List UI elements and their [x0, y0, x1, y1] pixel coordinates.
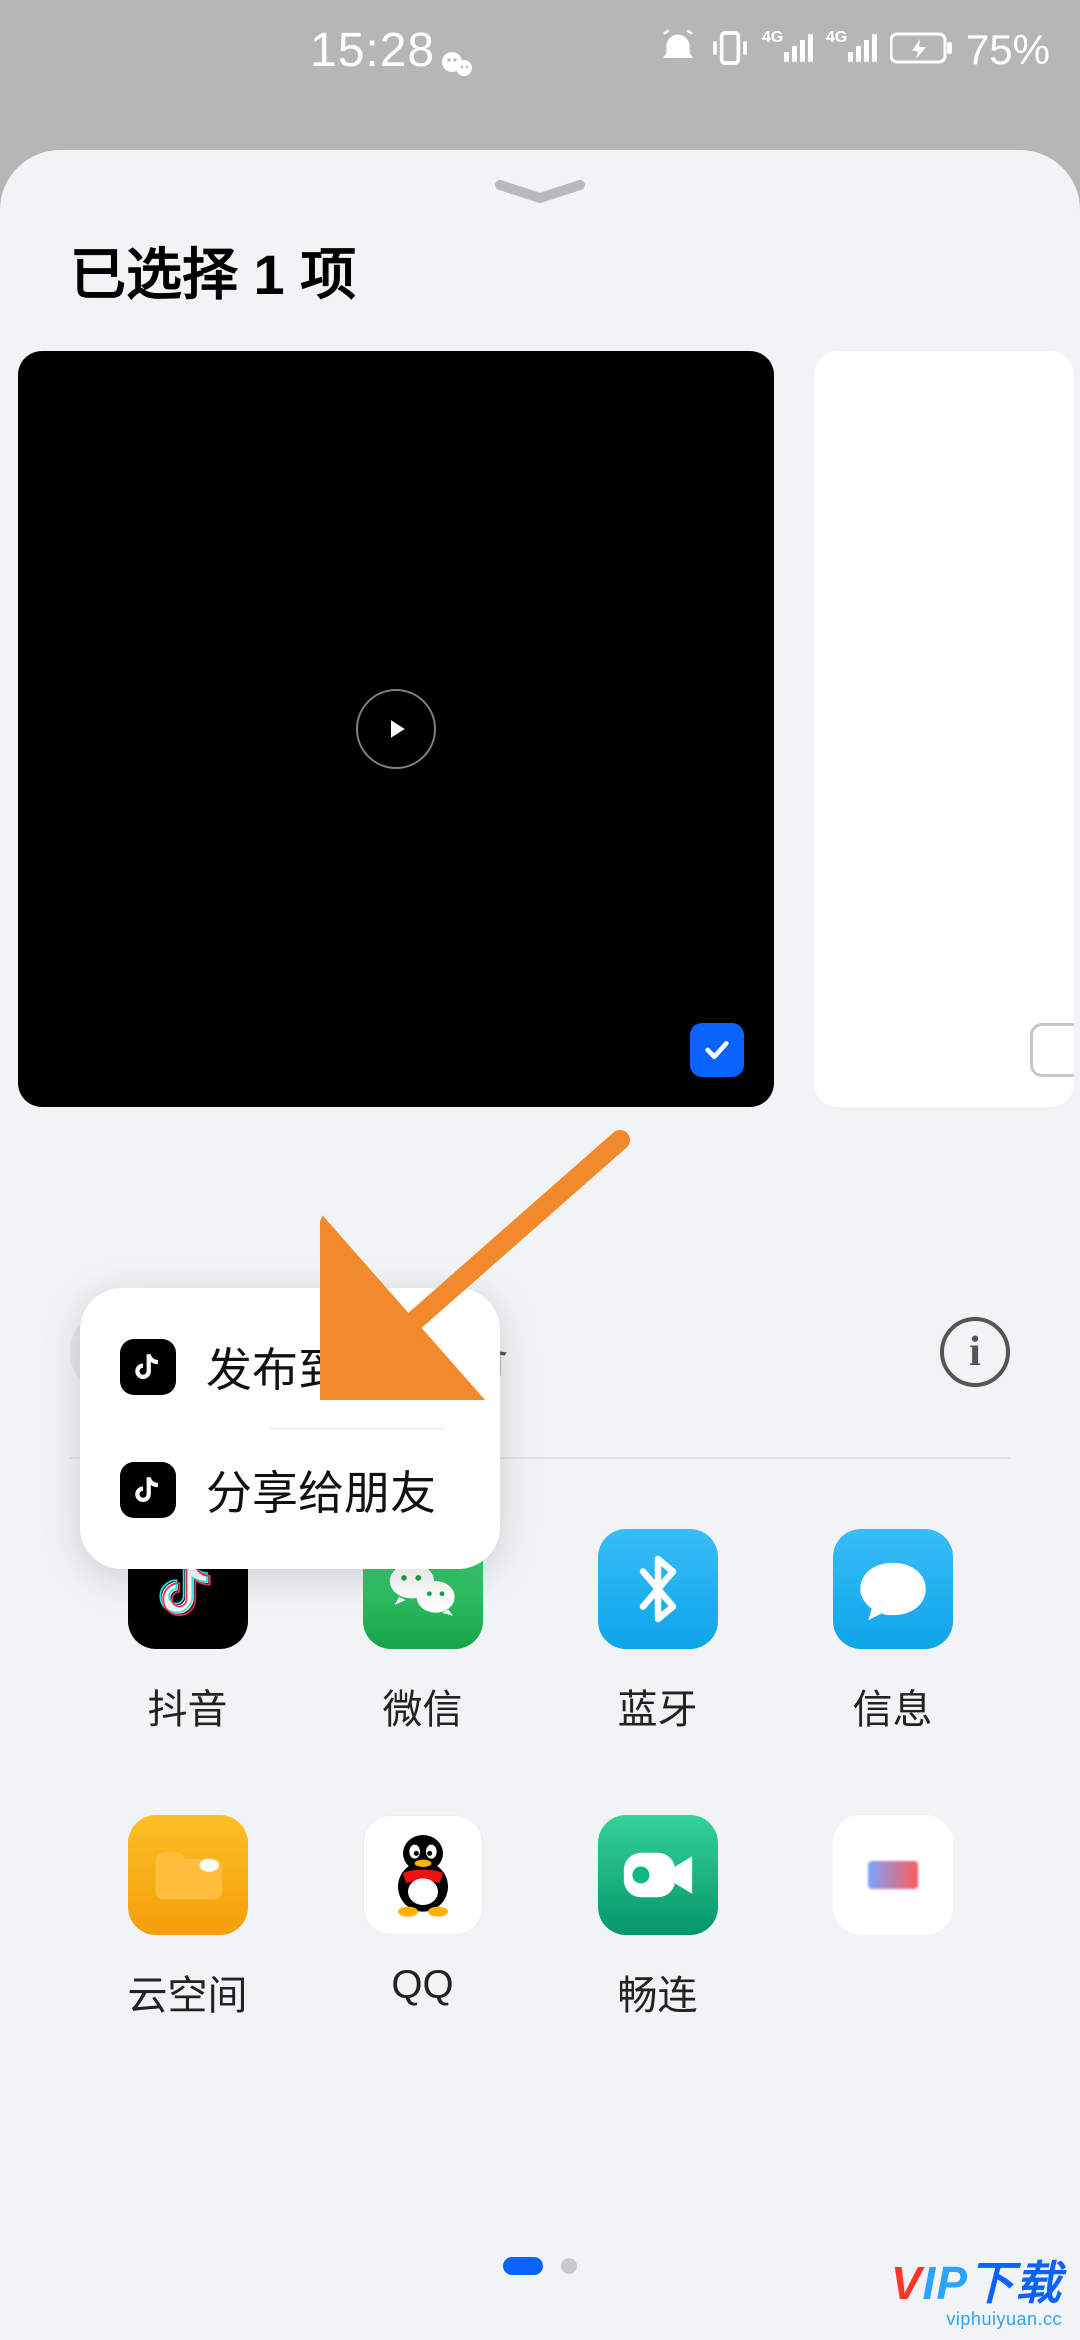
status-time: 15:28	[310, 23, 435, 78]
watermark-main: VIP下载	[891, 2247, 1062, 2313]
unselected-check-icon[interactable]	[1030, 1023, 1074, 1077]
app-label: 蓝牙	[618, 1677, 698, 1735]
preview-next[interactable]	[814, 351, 1074, 1107]
sheet-title: 已选择 1 项	[0, 230, 1080, 351]
svg-text:4G: 4G	[826, 29, 847, 46]
vibrate-icon	[710, 28, 750, 73]
app-label: QQ	[391, 1963, 453, 2008]
share-app-cloud[interactable]: 云空间	[128, 1815, 248, 2021]
qq-icon	[363, 1815, 483, 1935]
popup-share-friend[interactable]: 分享给朋友	[80, 1429, 500, 1551]
status-bar: 15:28 4G 4G 75%	[0, 0, 1080, 100]
douyin-icon	[120, 1462, 176, 1518]
selected-check-icon[interactable]	[690, 1023, 744, 1077]
meetime-icon	[598, 1815, 718, 1935]
app-label: 畅连	[618, 1963, 698, 2021]
page-dot	[561, 2258, 577, 2274]
annotation-arrow-icon	[320, 1120, 640, 1405]
share-app-messages[interactable]: 信息	[833, 1529, 953, 1735]
cloud-icon	[128, 1815, 248, 1935]
signal-2-icon: 4G	[826, 28, 878, 73]
preview-row[interactable]	[0, 351, 1080, 1107]
app-label: 微信	[383, 1677, 463, 1735]
status-right-cluster: 4G 4G 75%	[658, 26, 1050, 74]
preview-video[interactable]	[18, 351, 774, 1107]
app-label: 云空间	[128, 1963, 248, 2021]
share-app-other[interactable]	[833, 1815, 953, 2021]
battery-percent: 75%	[966, 26, 1050, 74]
wechat-indicator-icon	[440, 50, 476, 85]
popup-label: 分享给朋友	[206, 1457, 436, 1523]
messages-icon	[833, 1529, 953, 1649]
share-app-bluetooth[interactable]: 蓝牙	[598, 1529, 718, 1735]
battery-icon	[890, 31, 954, 70]
info-icon[interactable]: i	[940, 1317, 1010, 1387]
app-label: 抖音	[148, 1677, 228, 1735]
sheet-grabber-icon[interactable]	[495, 180, 585, 190]
signal-1-icon: 4G	[762, 28, 814, 73]
other-app-icon	[833, 1815, 953, 1935]
page-dot-active	[503, 2257, 543, 2275]
share-app-meetime[interactable]: 畅连	[598, 1815, 718, 2021]
app-label: 信息	[853, 1677, 933, 1735]
share-app-grid: 抖音 微信 蓝牙 信息 云空间	[0, 1529, 1080, 2021]
alarm-icon	[658, 28, 698, 73]
share-app-qq[interactable]: QQ	[363, 1815, 483, 2021]
svg-text:4G: 4G	[762, 29, 783, 46]
play-icon	[356, 689, 436, 769]
bluetooth-icon	[598, 1529, 718, 1649]
douyin-icon	[120, 1339, 176, 1395]
watermark: VIP下载 viphuiyuan.cc	[891, 2247, 1062, 2330]
